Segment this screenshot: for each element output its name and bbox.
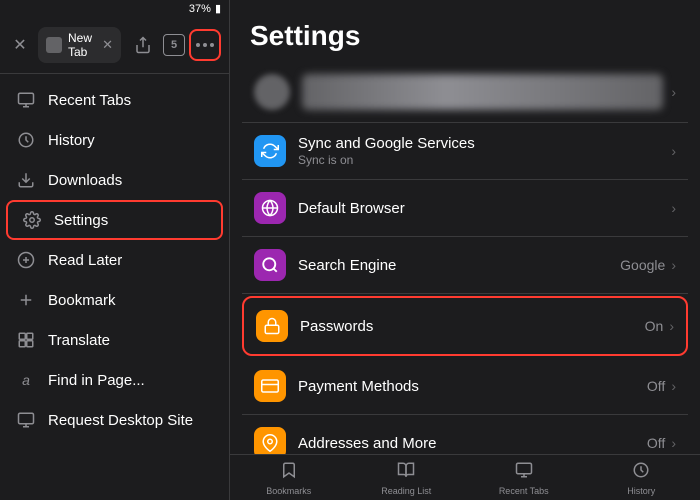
settings-item-payment-methods[interactable]: Payment Methods Off ›: [242, 358, 688, 415]
passwords-value: On: [645, 318, 664, 334]
left-panel: 37% ▮ ✕ New Tab ✕ 5: [0, 0, 230, 500]
passwords-icon: [256, 310, 288, 342]
find-in-page-icon: a: [16, 370, 36, 390]
tab-title: New Tab: [68, 31, 96, 59]
sidebar-item-find-in-page[interactable]: a Find in Page...: [0, 360, 229, 400]
reading-list-tab-label: Reading List: [381, 486, 431, 496]
battery-text: 37%: [189, 3, 211, 15]
sync-content: Sync and Google Services Sync is on: [298, 135, 671, 167]
battery-icon: ▮: [215, 2, 221, 15]
sidebar-item-bookmark-label: Bookmark: [48, 292, 116, 309]
share-icon[interactable]: [127, 29, 159, 61]
passwords-title: Passwords: [300, 318, 645, 335]
sidebar-item-downloads-label: Downloads: [48, 172, 122, 189]
addresses-title: Addresses and More: [298, 435, 647, 452]
sidebar-item-find-in-page-label: Find in Page...: [48, 372, 145, 389]
sync-icon: [254, 135, 286, 167]
toolbar-icons: 5: [127, 29, 221, 61]
settings-item-addresses[interactable]: Addresses and More Off ›: [242, 415, 688, 454]
settings-item-default-browser[interactable]: Default Browser ›: [242, 180, 688, 237]
settings-item-passwords[interactable]: Passwords On ›: [242, 296, 688, 356]
tab-favicon: [46, 37, 62, 53]
bottom-tab-bar: Bookmarks Reading List Recent Tabs: [230, 454, 700, 500]
bookmark-icon: [16, 290, 36, 310]
sidebar-item-read-later-label: Read Later: [48, 252, 122, 269]
search-engine-title: Search Engine: [298, 257, 620, 274]
read-later-icon: [16, 250, 36, 270]
passwords-chevron: ›: [669, 318, 674, 334]
reading-list-tab-icon: [397, 461, 415, 484]
phone-status-bar: 37% ▮: [0, 0, 229, 17]
settings-header: Settings: [230, 0, 700, 62]
sidebar-item-settings[interactable]: Settings: [6, 200, 223, 240]
page-title: Settings: [250, 20, 680, 52]
default-browser-chevron: ›: [671, 200, 676, 216]
sync-chevron: ›: [671, 143, 676, 159]
request-desktop-icon: [16, 410, 36, 430]
bottom-tab-history[interactable]: History: [583, 461, 700, 496]
more-menu-button[interactable]: [189, 29, 221, 61]
tab-count-badge[interactable]: 5: [163, 34, 185, 56]
settings-list: › Sync and Google Services Sync is on ›: [230, 62, 700, 454]
tab-bar: ✕ New Tab ✕ 5: [0, 17, 229, 74]
search-engine-content: Search Engine: [298, 257, 620, 274]
sidebar-item-request-desktop[interactable]: Request Desktop Site: [0, 400, 229, 440]
history-tab-label: History: [627, 486, 655, 496]
bookmarks-tab-icon: [280, 461, 298, 484]
tab-bar-close-button[interactable]: ✕: [8, 35, 32, 55]
default-browser-title: Default Browser: [298, 200, 671, 217]
recent-tabs-icon: [16, 90, 36, 110]
downloads-icon: [16, 170, 36, 190]
payment-methods-chevron: ›: [671, 378, 676, 394]
payment-methods-content: Payment Methods: [298, 378, 647, 395]
sidebar-item-translate[interactable]: Translate: [0, 320, 229, 360]
recent-tabs-tab-icon: [515, 461, 533, 484]
recent-tabs-tab-label: Recent Tabs: [499, 486, 549, 496]
profile-icon: [254, 74, 290, 110]
bookmarks-tab-label: Bookmarks: [266, 486, 311, 496]
default-browser-icon: [254, 192, 286, 224]
search-engine-icon: [254, 249, 286, 281]
sidebar-item-bookmark[interactable]: Bookmark: [0, 280, 229, 320]
sidebar-item-settings-label: Settings: [54, 212, 108, 229]
default-browser-content: Default Browser: [298, 200, 671, 217]
sidebar-item-history[interactable]: History: [0, 120, 229, 160]
settings-item-profile[interactable]: ›: [242, 62, 688, 123]
settings-item-search-engine[interactable]: Search Engine Google ›: [242, 237, 688, 294]
bottom-tab-reading-list[interactable]: Reading List: [348, 461, 466, 496]
menu-list: Recent Tabs History Downloads: [0, 74, 229, 500]
history-tab-icon: [632, 461, 650, 484]
right-panel: Settings › Sync and Google Services Sync…: [230, 0, 700, 500]
sidebar-item-request-desktop-label: Request Desktop Site: [48, 412, 193, 429]
sidebar-item-recent-tabs[interactable]: Recent Tabs: [0, 80, 229, 120]
addresses-content: Addresses and More: [298, 435, 647, 452]
active-tab[interactable]: New Tab ✕: [38, 27, 121, 63]
profile-blurred-content: [302, 74, 663, 110]
payment-methods-icon: [254, 370, 286, 402]
addresses-chevron: ›: [671, 435, 676, 451]
history-icon: [16, 130, 36, 150]
bottom-tab-recent-tabs[interactable]: Recent Tabs: [465, 461, 583, 496]
payment-methods-value: Off: [647, 378, 665, 394]
settings-item-sync[interactable]: Sync and Google Services Sync is on ›: [242, 123, 688, 180]
tab-close-button[interactable]: ✕: [102, 37, 113, 53]
sync-subtitle: Sync is on: [298, 153, 671, 167]
sidebar-item-downloads[interactable]: Downloads: [0, 160, 229, 200]
sidebar-item-recent-tabs-label: Recent Tabs: [48, 92, 131, 109]
translate-icon: [16, 330, 36, 350]
sidebar-item-history-label: History: [48, 132, 95, 149]
sidebar-item-read-later[interactable]: Read Later: [0, 240, 229, 280]
search-engine-chevron: ›: [671, 257, 676, 273]
settings-icon: [22, 210, 42, 230]
profile-chevron: ›: [671, 84, 676, 100]
addresses-icon: [254, 427, 286, 454]
passwords-content: Passwords: [300, 318, 645, 335]
addresses-value: Off: [647, 435, 665, 451]
sync-title: Sync and Google Services: [298, 135, 671, 152]
payment-methods-title: Payment Methods: [298, 378, 647, 395]
sidebar-item-translate-label: Translate: [48, 332, 110, 349]
search-engine-value: Google: [620, 257, 665, 273]
bottom-tab-bookmarks[interactable]: Bookmarks: [230, 461, 348, 496]
